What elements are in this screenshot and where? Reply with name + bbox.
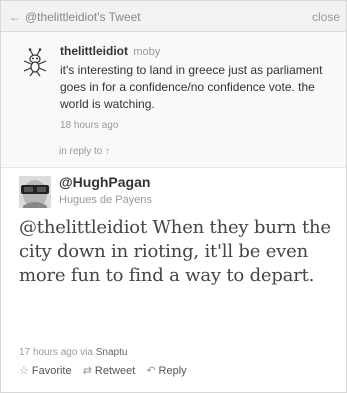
original-tweet-text: it's interesting to land in greece just …: [60, 63, 323, 111]
favorite-label: Favorite: [31, 365, 72, 377]
back-arrow-icon: ←: [9, 10, 21, 24]
retweet-label: Retweet: [94, 365, 136, 377]
reply-timestamp[interactable]: 17 hours ago: [19, 347, 77, 358]
reply-tweet-text: @thelittleidiot When they burn the city …: [19, 217, 331, 286]
reply-button[interactable]: ↶ Reply: [146, 364, 186, 377]
reply-arrow-icon: ↶: [146, 365, 156, 377]
back-link[interactable]: ← @thelittleidiot's Tweet: [9, 10, 141, 24]
reply-meta: 17 hours ago via Snaptu: [19, 347, 127, 358]
original-source: moby: [133, 46, 161, 58]
bug-icon[interactable]: [19, 46, 51, 78]
reply-full-name: Hugues de Payens: [59, 194, 152, 206]
original-timestamp[interactable]: 18 hours ago: [60, 120, 118, 131]
tweet-window: ← @thelittleidiot's Tweet close thelittle…: [0, 0, 347, 393]
original-tweet-header: thelittleidiot moby: [60, 44, 160, 58]
tweet-actions: ☆ Favorite ⇄ Retweet ↶ Reply: [19, 364, 195, 377]
retweet-button[interactable]: ⇄ Retweet: [83, 364, 136, 377]
retweet-icon: ⇄: [82, 365, 92, 377]
favorite-button[interactable]: ☆ Favorite: [19, 364, 72, 377]
window-header: ← @thelittleidiot's Tweet close: [1, 1, 346, 32]
reply-username[interactable]: @HughPagan: [59, 174, 150, 190]
close-button[interactable]: close: [312, 10, 340, 24]
original-tweet-panel: thelittleidiot moby it's interesting to …: [1, 32, 346, 168]
star-icon: ☆: [19, 365, 29, 377]
back-label: @thelittleidiot's Tweet: [25, 10, 141, 24]
in-reply-to-link[interactable]: in reply to ↑: [59, 146, 110, 157]
original-username[interactable]: thelittleidiot: [60, 44, 128, 58]
via-label: via: [80, 347, 93, 358]
reply-label: Reply: [158, 365, 187, 377]
via-app-link[interactable]: Snaptu: [96, 347, 128, 358]
user-avatar[interactable]: [19, 176, 51, 208]
